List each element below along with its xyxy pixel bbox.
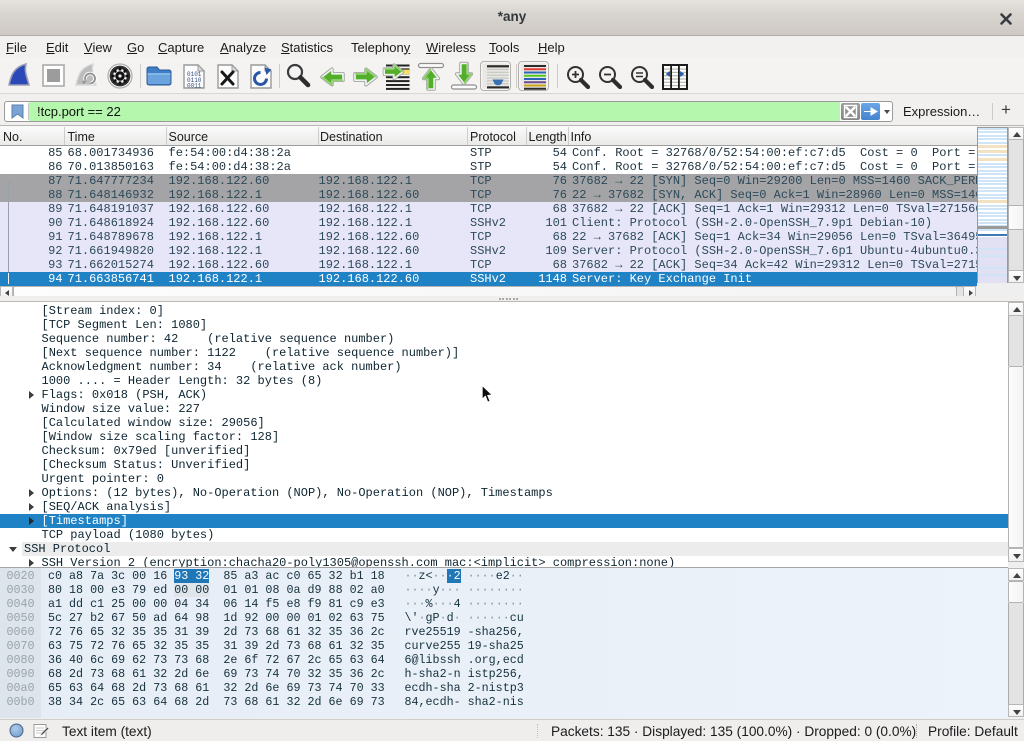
svg-text:0011: 0011: [187, 83, 202, 90]
